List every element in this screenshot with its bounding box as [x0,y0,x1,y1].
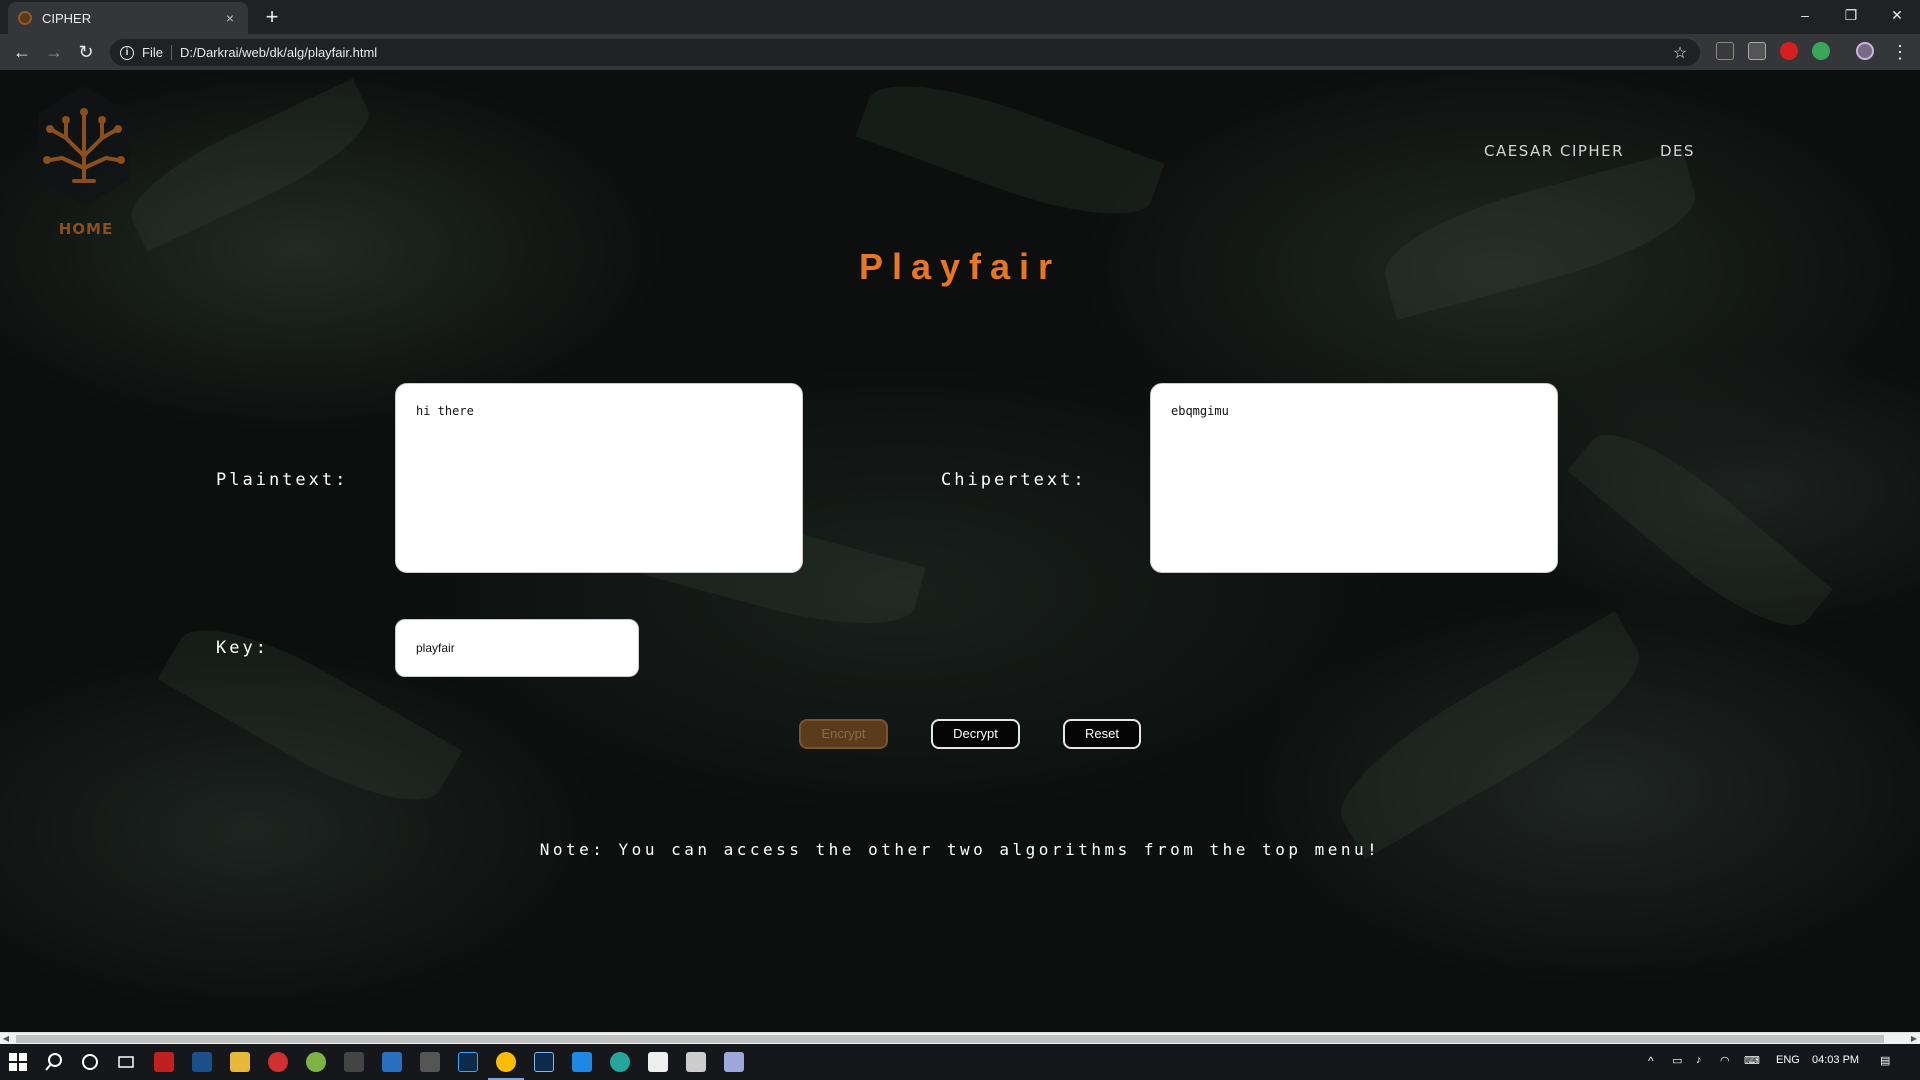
home-label: HOME [58,220,114,238]
app-icon-cube[interactable] [724,1052,744,1072]
task-view-icon[interactable] [116,1052,136,1072]
app-icon-1[interactable] [154,1052,174,1072]
url-scheme: File [142,45,172,60]
reset-button[interactable]: Reset [1063,719,1141,749]
key-label: Key: [216,638,269,658]
browser-menu-icon[interactable]: ⋮ [1888,40,1912,64]
windows-taskbar [0,1044,1920,1080]
browser-tab-bar: CIPHER × + – ❐ ✕ [0,0,1920,34]
ciphertext-label: Chipertext: [941,470,1087,490]
volume-icon[interactable]: ♪ [1696,1054,1702,1066]
site-favicon-icon [18,11,32,25]
notepad-icon[interactable] [648,1052,668,1072]
keyboard-icon[interactable]: ⌨ [1744,1054,1760,1067]
clock[interactable]: 04:03 PM [1812,1054,1859,1066]
home-link[interactable]: HOME [34,86,134,238]
horizontal-scrollbar[interactable]: ◀ ▶ [0,1032,1920,1044]
tree-logo-icon [39,86,129,206]
browser-toolbar: ← → ↻ i File D:/Darkrai/web/dk/alg/playf… [0,34,1920,70]
extension-cube-icon[interactable] [1716,42,1734,60]
back-icon[interactable]: ← [10,40,34,64]
encrypt-button[interactable]: Encrypt [799,719,888,749]
background-foliage [855,70,1165,239]
nav-link-caesar-cipher[interactable]: CAESAR CIPHER [1484,142,1624,160]
info-icon[interactable]: i [120,45,134,60]
page-title: Playfair [858,246,1062,287]
profile-avatar-icon[interactable] [1856,42,1874,60]
bookmark-star-icon[interactable]: ☆ [1670,43,1690,63]
page-content: HOME CAESAR CIPHER DES Playfair Plaintex… [0,70,1920,1032]
extension-adblock-icon[interactable] [1780,42,1798,60]
file-explorer-icon[interactable] [230,1052,250,1072]
windows-start-icon[interactable] [8,1052,28,1072]
app-icon-teal[interactable] [610,1052,630,1072]
photoshop-icon[interactable] [458,1052,478,1072]
address-bar[interactable]: i File D:/Darkrai/web/dk/alg/playfair.ht… [110,39,1700,66]
language-indicator[interactable]: ENG [1776,1054,1800,1066]
background-foliage [1320,611,1660,859]
extension-google-icon[interactable] [1812,42,1830,60]
app-icon-grid[interactable] [420,1052,440,1072]
lightroom-icon[interactable] [534,1052,554,1072]
reload-icon[interactable]: ↻ [74,40,98,64]
extension-facebook-icon[interactable] [1748,42,1766,60]
app-icon-green[interactable] [306,1052,326,1072]
plaintext-label: Plaintext: [216,470,349,490]
tab-title: CIPHER [42,10,92,26]
network-icon[interactable]: ◠ [1720,1054,1730,1067]
footer-note: Note: You can access the other two algor… [539,840,1381,859]
app-icon-box[interactable] [686,1052,706,1072]
calendar-icon[interactable] [382,1052,402,1072]
ciphertext-output[interactable]: ebqmgimu [1150,383,1558,573]
forward-icon[interactable]: → [42,40,66,64]
tab-close-icon[interactable]: × [222,10,238,26]
background-foliage [117,78,383,252]
app-icon-p[interactable] [268,1052,288,1072]
chrome-icon[interactable] [496,1052,516,1072]
nav-link-des[interactable]: DES [1660,142,1695,160]
battery-icon[interactable]: ▭ [1672,1054,1682,1067]
search-icon[interactable] [44,1052,64,1072]
url-text[interactable]: D:/Darkrai/web/dk/alg/playfair.html [180,45,1670,60]
vscode-icon[interactable] [572,1052,592,1072]
new-tab-button[interactable]: + [260,6,284,30]
restore-button[interactable]: ❐ [1828,0,1874,30]
close-window-button[interactable]: ✕ [1874,0,1920,30]
tray-overflow-icon[interactable]: ^ [1648,1054,1654,1068]
minimize-button[interactable]: – [1782,0,1828,30]
decrypt-button[interactable]: Decrypt [931,719,1020,749]
notifications-icon[interactable]: ▤ [1880,1054,1890,1067]
steam-icon[interactable] [192,1052,212,1072]
background-foliage [1373,150,1707,320]
scrollbar-thumb[interactable] [16,1035,1884,1043]
cortana-icon[interactable] [80,1052,100,1072]
plaintext-input[interactable]: hi there [395,383,803,573]
app-icon-dark[interactable] [344,1052,364,1072]
browser-tab[interactable]: CIPHER × [8,2,248,34]
key-input[interactable] [395,619,639,677]
